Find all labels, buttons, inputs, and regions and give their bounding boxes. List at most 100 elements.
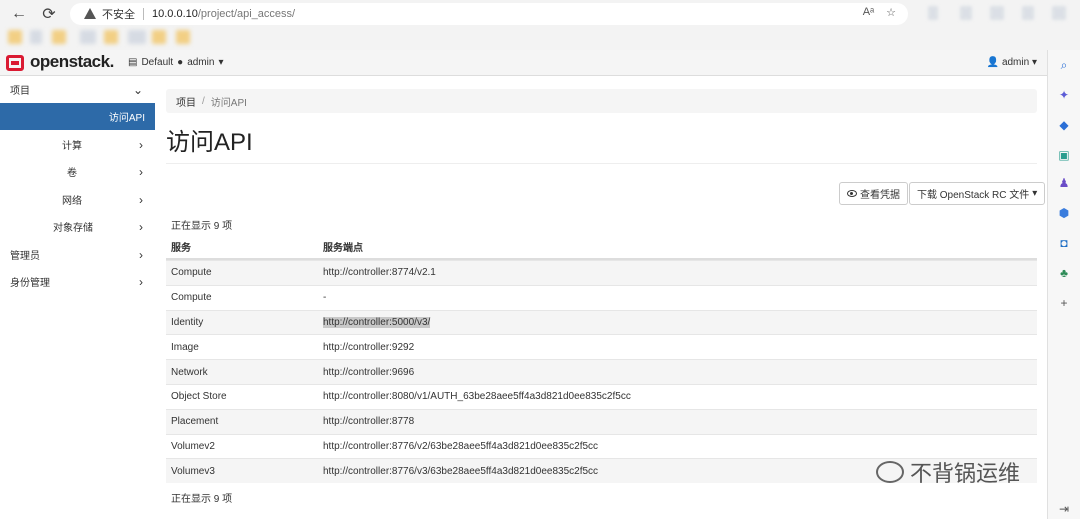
chevron-right-icon: › — [139, 247, 143, 262]
breadcrumb-current: 访问API — [210, 97, 247, 109]
sidebar-item-network[interactable]: 网络 › — [0, 186, 155, 213]
address-actions: Aᵃ ☆ — [863, 6, 896, 19]
sidebar-item-label: 身份管理 — [10, 278, 50, 289]
table-header: 服务 服务端点 — [166, 235, 1037, 260]
office-icon[interactable]: ⬢ — [1057, 206, 1071, 220]
wechat-icon — [876, 461, 904, 483]
service-cell: Image — [171, 341, 199, 353]
table-row: Network http://controller:9696 — [166, 359, 1037, 384]
download-rc-button[interactable]: 下载 OpenStack RC 文件 ▾ — [909, 182, 1046, 205]
back-button[interactable]: ← — [8, 4, 30, 24]
endpoint-cell: http://controller:5000/v3/ — [323, 316, 431, 328]
sidebar-item-label: 访问API — [108, 113, 145, 124]
sidebar-item-label: 管理员 — [10, 251, 40, 262]
title-divider — [166, 163, 1037, 164]
chevron-right-icon: › — [139, 164, 143, 179]
service-cell: Identity — [171, 316, 204, 328]
sidebar-item-object-store[interactable]: 对象存储 › — [0, 213, 155, 240]
domain-name: Default — [141, 57, 174, 68]
extension-icon[interactable] — [1022, 6, 1034, 20]
endpoint-cell: http://controller:9292 — [323, 341, 415, 353]
sidebar-item-identity[interactable]: 身份管理 › — [0, 268, 155, 295]
table-row: Object Store http://controller:8080/v1/AU… — [166, 383, 1037, 409]
bookmark-item[interactable] — [30, 30, 42, 44]
sidebar-item-volumes[interactable]: 卷 › — [0, 158, 155, 185]
domain-icon: ▤ — [128, 57, 138, 68]
project-name: admin — [187, 57, 215, 68]
download-rc-label: 下载 OpenStack RC 文件 — [917, 190, 1030, 201]
endpoint-cell: http://controller:8778 — [323, 416, 415, 428]
security-label: 不安全 — [102, 9, 135, 21]
read-aloud-icon[interactable]: Aᵃ — [863, 6, 874, 19]
watermark-text: 不背锅运维 — [910, 461, 1021, 486]
table-row: Image http://controller:9292 — [166, 334, 1037, 359]
project-context-selector[interactable]: ▤ Default ● admin ▾ — [128, 57, 223, 68]
extension-icon[interactable] — [960, 6, 972, 20]
column-header-service: 服务 — [171, 243, 191, 254]
item-count-footer: 正在显示 9 项 — [171, 494, 233, 505]
table-row: Placement http://controller:8778 — [166, 408, 1037, 434]
endpoint-cell: http://controller:8776/v2/63be28aee5ff4a… — [323, 440, 599, 452]
bookmark-folder-icon[interactable] — [104, 30, 118, 44]
service-cell: Network — [171, 366, 208, 378]
chevron-right-icon: › — [139, 192, 143, 207]
item-count: 正在显示 9 项 — [171, 221, 233, 232]
user-menu[interactable]: 👤 admin ▾ — [987, 57, 1037, 68]
bookmark-folder-icon[interactable] — [52, 30, 66, 44]
url-path: /project/api_access/ — [197, 8, 296, 20]
bookmark-item[interactable] — [80, 30, 96, 44]
breadcrumb-item[interactable]: 项目 — [176, 94, 196, 109]
toolbox-icon[interactable]: ▣ — [1057, 148, 1071, 162]
bookmark-item[interactable] — [128, 30, 146, 44]
sidebar-item-api-access[interactable]: 访问API — [0, 103, 155, 130]
sidebar-item-label: 计算 — [62, 141, 82, 152]
sidebar-item-project[interactable]: 项目 ⌄ — [0, 76, 155, 103]
service-cell: Compute — [171, 292, 212, 304]
openstack-logo-text[interactable]: openstack. — [30, 52, 114, 72]
extension-icon[interactable] — [990, 6, 1004, 20]
table-row: Compute http://controller:8774/v2.1 — [166, 260, 1037, 285]
bookmark-folder-icon[interactable] — [152, 30, 166, 44]
outlook-icon[interactable]: ◘ — [1057, 236, 1071, 250]
service-cell: Volumev2 — [171, 440, 215, 452]
caret-down-icon: ▾ — [1031, 57, 1037, 68]
breadcrumb: 项目 / 访问API — [166, 89, 1037, 113]
sidebar-toggle-icon[interactable]: ⇥ — [1057, 502, 1071, 516]
service-cell: Volumev3 — [171, 465, 215, 477]
sidebar-item-label: 项目 — [10, 86, 30, 97]
project-icon: ● — [177, 57, 184, 68]
search-icon[interactable]: ⌕ — [1057, 58, 1071, 72]
sidebar-item-admin[interactable]: 管理员 › — [0, 241, 155, 268]
extension-icon[interactable] — [1052, 6, 1066, 20]
chevron-down-icon: ⌄ — [132, 82, 143, 97]
address-bar[interactable]: 不安全 10.0.0.10/project/api_access/ Aᵃ ☆ — [70, 3, 908, 25]
copilot-icon[interactable]: ✦ — [1057, 88, 1071, 102]
reload-button[interactable]: ⟳ — [38, 4, 60, 24]
sidebar-item-label: 网络 — [62, 196, 82, 207]
page-title: 访问API — [166, 129, 253, 156]
tag-icon[interactable]: ◆ — [1057, 118, 1071, 132]
games-icon[interactable]: ♟ — [1057, 176, 1071, 190]
watermark: 不背锅运维 — [876, 456, 1020, 488]
table-row: Volumev2 http://controller:8776/v2/63be28… — [166, 433, 1037, 459]
service-cell: Compute — [171, 267, 212, 279]
bookmark-folder-icon[interactable] — [176, 30, 190, 44]
endpoint-cell: - — [323, 292, 327, 304]
view-credentials-button[interactable]: 查看凭据 — [839, 182, 908, 205]
table-row: Compute - — [166, 284, 1037, 310]
sidebar-item-compute[interactable]: 计算 › — [0, 131, 155, 158]
breadcrumb-separator: / — [202, 95, 205, 107]
column-header-endpoint: 服务端点 — [323, 243, 363, 254]
service-cell: Placement — [171, 416, 219, 428]
endpoint-cell: http://controller:8080/v1/AUTH_63be28aee… — [323, 391, 631, 403]
tree-icon[interactable]: ♣ — [1057, 266, 1071, 280]
table-body: Compute http://controller:8774/v2.1 Compu… — [166, 260, 1037, 484]
bookmark-folder-icon[interactable] — [8, 30, 22, 44]
extension-icon[interactable] — [928, 6, 938, 20]
chevron-right-icon: › — [139, 219, 143, 234]
openstack-header: openstack. ▤ Default ● admin ▾ 👤 admin ▾ — [0, 50, 1047, 76]
add-icon[interactable]: + — [1057, 296, 1071, 310]
openstack-logo-icon — [6, 55, 24, 71]
favorite-icon[interactable]: ☆ — [886, 6, 896, 19]
chevron-right-icon: › — [139, 137, 143, 152]
